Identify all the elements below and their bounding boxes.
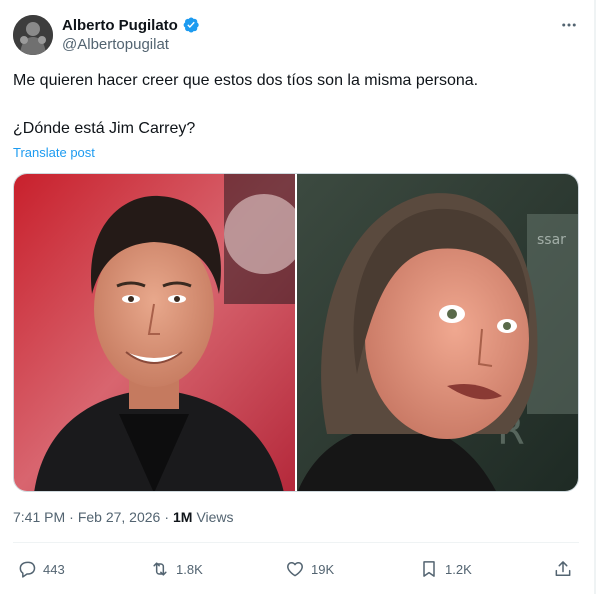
tweet-meta: 7:41 PM · Feb 27, 2026 · 1M Views [13, 509, 234, 525]
media-photo-right[interactable]: ssar R [297, 174, 578, 491]
action-bar: 443 1.8K 19K 1.2K [13, 556, 579, 582]
tweet-text-line2: ¿Dónde está Jim Carrey? [13, 120, 196, 137]
tweet-date[interactable]: Feb 27, 2026 [78, 509, 161, 525]
share-icon [555, 561, 571, 576]
tweet-time[interactable]: 7:41 PM [13, 509, 65, 525]
like-count: 19K [311, 561, 335, 577]
bookmark-button[interactable]: 1.2K [419, 556, 472, 582]
reply-icon [19, 561, 36, 578]
author-handle[interactable]: @Albertopugilat [62, 36, 169, 53]
tweet-text-line1: Me quieren hacer creer que estos dos tío… [13, 72, 479, 89]
meta-separator-2: · [164, 509, 169, 525]
like-icon [287, 562, 303, 577]
bookmark-count: 1.2K [445, 561, 472, 577]
like-button[interactable]: 19K [285, 556, 334, 582]
repost-icon [153, 562, 167, 576]
svg-text:ssar: ssar [537, 232, 566, 248]
author-name-row: Alberto Pugilato [62, 15, 200, 35]
translate-post-link[interactable]: Translate post [13, 145, 95, 160]
media-photo-left[interactable] [14, 174, 295, 491]
tweet-card: Alberto Pugilato @Albertopugilat Me quie… [0, 0, 596, 594]
views-label: Views [196, 509, 234, 525]
author-display-name[interactable]: Alberto Pugilato [62, 17, 178, 34]
avatar[interactable] [13, 15, 53, 55]
bookmark-icon [423, 561, 435, 577]
actions-divider [13, 542, 579, 543]
media-grid: ssar R [13, 173, 579, 492]
avatar-image [13, 15, 53, 55]
reply-count: 443 [43, 561, 65, 577]
share-button[interactable] [553, 556, 573, 582]
views-count: 1M [173, 509, 193, 525]
reply-button[interactable]: 443 [17, 556, 65, 582]
meta-separator: · [69, 509, 74, 525]
repost-count: 1.8K [176, 561, 203, 577]
repost-button[interactable]: 1.8K [150, 556, 203, 582]
verified-badge-icon[interactable] [182, 16, 200, 34]
more-icon[interactable] [556, 14, 582, 36]
